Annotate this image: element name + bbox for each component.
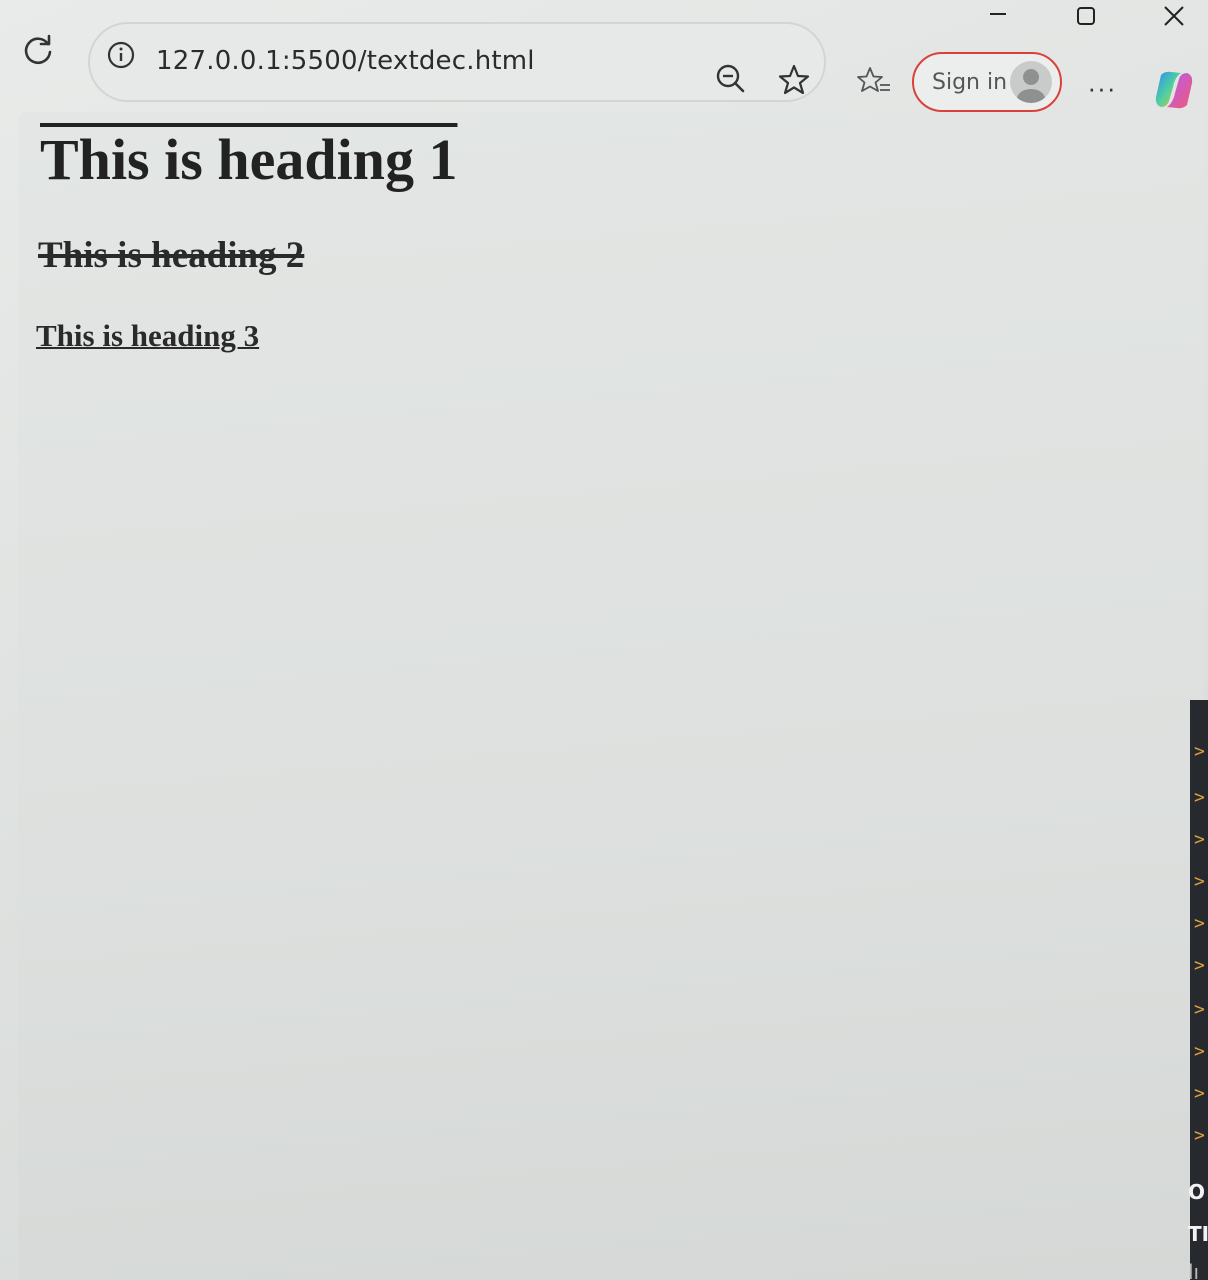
reload-button[interactable] bbox=[18, 30, 58, 70]
copilot-icon bbox=[1155, 71, 1193, 109]
page-viewport: This is heading 1 This is heading 2 This… bbox=[18, 112, 1204, 1280]
side-window-text: O bbox=[1188, 1180, 1206, 1204]
favorites-button[interactable] bbox=[852, 62, 896, 102]
chevron-right-icon: > bbox=[1194, 955, 1205, 976]
heading-3: This is heading 3 bbox=[36, 318, 260, 353]
chevron-right-icon: > bbox=[1194, 871, 1205, 892]
more-button[interactable]: ··· bbox=[1080, 68, 1124, 108]
url-text[interactable]: 127.0.0.1:5500/textdec.html bbox=[156, 46, 535, 76]
person-icon bbox=[1017, 69, 1045, 103]
star-icon bbox=[778, 64, 810, 95]
chevron-right-icon: > bbox=[1194, 1083, 1205, 1104]
sign-in-button[interactable]: Sign in bbox=[912, 52, 1062, 112]
chevron-right-icon: > bbox=[1194, 787, 1205, 808]
heading-2: This is heading 2 bbox=[38, 235, 305, 276]
copilot-button[interactable] bbox=[1148, 64, 1200, 116]
chevron-right-icon: > bbox=[1194, 1125, 1205, 1146]
chevron-right-icon: > bbox=[1194, 999, 1205, 1020]
sign-in-label: Sign in bbox=[932, 69, 1008, 95]
zoom-out-icon bbox=[716, 64, 745, 93]
favorites-icon bbox=[857, 67, 890, 92]
site-info-button[interactable] bbox=[104, 38, 138, 72]
zoom-button[interactable] bbox=[710, 58, 750, 98]
avatar bbox=[1010, 61, 1052, 103]
heading-1: This is heading 1 bbox=[40, 127, 458, 192]
chevron-right-icon: > bbox=[1194, 1041, 1205, 1062]
browser-toolbar: 127.0.0.1:5500/textdec.html Sign in ··· bbox=[0, 20, 1208, 116]
chevron-right-icon: > bbox=[1194, 829, 1205, 850]
info-icon bbox=[107, 41, 135, 69]
add-favorite-button[interactable] bbox=[774, 60, 814, 100]
more-icon: ··· bbox=[1087, 72, 1117, 103]
screen: 127.0.0.1:5500/textdec.html Sign in ··· … bbox=[0, 0, 1208, 1280]
side-window-text: lı bbox=[1188, 1260, 1200, 1280]
chevron-right-icon: > bbox=[1194, 913, 1205, 934]
chevron-right-icon: > bbox=[1194, 741, 1205, 762]
address-bar[interactable]: 127.0.0.1:5500/textdec.html bbox=[88, 22, 826, 102]
reload-icon bbox=[24, 34, 52, 65]
side-window-text: TI bbox=[1188, 1222, 1208, 1246]
